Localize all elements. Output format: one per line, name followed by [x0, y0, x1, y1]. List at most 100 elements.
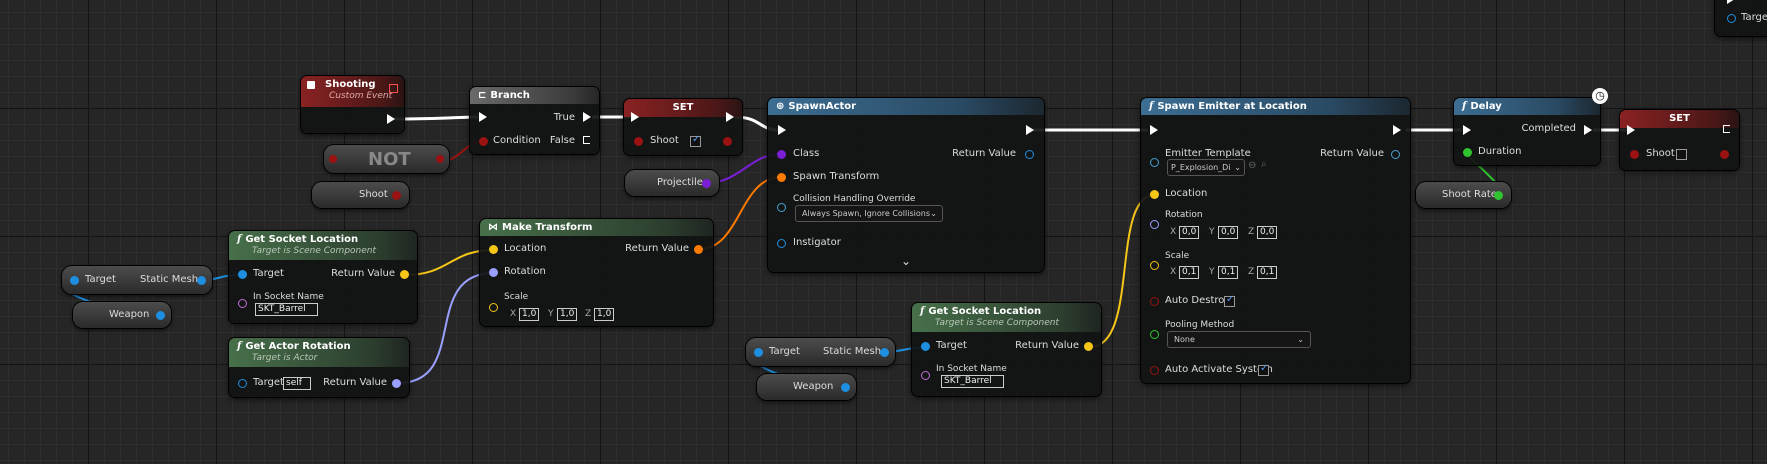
weapon-getter-1[interactable]: Weapon	[73, 302, 171, 328]
get-socket-location-node-1[interactable]: f Get Socket Location Target is Scene Com…	[229, 231, 417, 323]
search-icon[interactable]: ⌕	[1261, 159, 1267, 170]
spawn-collision-pin[interactable]	[777, 203, 786, 212]
socket1-name-field[interactable]: SKT_Barrel	[255, 303, 318, 316]
mt-return-pin[interactable]	[694, 245, 703, 254]
mt-location-pin[interactable]	[489, 245, 498, 254]
weapon-getter-2[interactable]: Weapon	[757, 374, 856, 400]
mt-rotation-pin[interactable]	[489, 268, 498, 277]
emitter-return-pin[interactable]	[1391, 150, 1400, 159]
mesh1-out-pin[interactable]	[197, 276, 206, 285]
pooling-dropdown[interactable]: None ⌄	[1167, 331, 1311, 348]
scale-y-field[interactable]: 0,1	[1218, 266, 1239, 279]
static-mesh-getter-2[interactable]: Target Static Mesh	[746, 338, 895, 366]
set-false-in-pin[interactable]	[1630, 150, 1639, 159]
actor-rot-target-pin[interactable]	[238, 379, 247, 388]
emitter-exec-in[interactable]	[1150, 125, 1158, 135]
socket2-target-pin[interactable]	[921, 342, 930, 351]
actor-rot-return-pin[interactable]	[392, 379, 401, 388]
get-actor-rotation-node[interactable]: f Get Actor Rotation Target is Actor Targ…	[229, 338, 409, 397]
make-transform-node[interactable]: ⋈ Make Transform Location Return Value Ro…	[480, 219, 713, 326]
delegate-pin[interactable]	[389, 84, 398, 93]
get-socket-location-node-2[interactable]: f Get Socket Location Target is Scene Com…	[912, 303, 1101, 396]
rot-y-field[interactable]: 0,0	[1218, 226, 1239, 239]
socket1-return-pin[interactable]	[400, 270, 409, 279]
scale-z-field[interactable]: 0,1	[1257, 266, 1278, 279]
branch-false-out[interactable]	[583, 136, 591, 146]
shoot-rate-var[interactable]: Shoot Rate	[1416, 182, 1511, 208]
branch-node[interactable]: ⊏ Branch True Condition False	[470, 87, 599, 154]
spawn-return-pin[interactable]	[1025, 150, 1034, 159]
emitter-exec-out[interactable]	[1393, 125, 1401, 135]
not-in-pin[interactable]	[329, 155, 337, 163]
emitter-template-pin[interactable]	[1150, 158, 1159, 167]
mt-scale-pin[interactable]	[489, 303, 498, 312]
socket2-return-pin[interactable]	[1084, 342, 1093, 351]
rot-x-field[interactable]: 0,0	[1179, 226, 1200, 239]
spawn-actor-exec-out[interactable]	[1026, 125, 1034, 135]
branch-condition-pin[interactable]	[479, 137, 488, 146]
auto-destroy-checkbox[interactable]	[1224, 294, 1235, 307]
corner-target-pin[interactable]	[1727, 14, 1736, 23]
browse-icon[interactable]: ⊖	[1248, 160, 1256, 171]
auto-activate-checkbox[interactable]	[1258, 363, 1269, 376]
emitter-scale-pin[interactable]	[1150, 261, 1159, 270]
socket2-name-field[interactable]: SKT_Barrel	[941, 375, 1004, 388]
mesh2-out-pin[interactable]	[880, 348, 889, 357]
delay-node[interactable]: f Delay ◷ Completed Duration	[1454, 88, 1608, 165]
emitter-rotation-pin[interactable]	[1150, 220, 1159, 229]
static-mesh-getter-1[interactable]: Target Static Mesh	[62, 266, 212, 294]
spawn-instigator-pin[interactable]	[777, 239, 786, 248]
set-shoot-true-node[interactable]: SET Shoot	[624, 99, 742, 155]
pooling-pin[interactable]	[1150, 330, 1159, 339]
auto-destroy-pin[interactable]	[1150, 297, 1159, 306]
spawn-actor-node[interactable]: ⊕ SpawnActor Class Return Value Spawn Tra…	[768, 98, 1044, 272]
set-true-exec-in[interactable]	[631, 112, 639, 122]
rot-z-field[interactable]: 0,0	[1257, 226, 1278, 239]
weapon2-out-pin[interactable]	[841, 383, 850, 392]
set-shoot-false-node[interactable]: SET Shoot	[1620, 110, 1739, 170]
socket2-name-pin[interactable]	[921, 371, 930, 380]
weapon1-out-pin[interactable]	[156, 311, 165, 320]
corner-partial-node[interactable]: Target	[1715, 0, 1767, 36]
delay-exec-in[interactable]	[1463, 125, 1471, 135]
scale-x-field[interactable]: 0,1	[1179, 266, 1200, 279]
shooting-exec-out[interactable]	[387, 114, 395, 124]
set-true-checkbox[interactable]	[690, 134, 701, 147]
socket1-target-pin[interactable]	[238, 270, 247, 279]
set-false-exec-in[interactable]	[1627, 125, 1635, 135]
shooting-event-node[interactable]: Shooting Custom Event	[301, 76, 404, 133]
set-true-in-pin[interactable]	[634, 137, 643, 146]
delay-exec-out[interactable]	[1584, 125, 1592, 135]
expand-chevron-icon[interactable]: ⌄	[901, 254, 911, 268]
shoot-getter-out-pin[interactable]	[392, 191, 401, 200]
not-node[interactable]: NOT	[324, 145, 449, 173]
shoot-getter[interactable]: Shoot	[312, 182, 409, 208]
set-false-checkbox[interactable]	[1676, 149, 1687, 160]
branch-true-out[interactable]	[583, 112, 591, 122]
emitter-template-dropdown[interactable]: P_Explosion_Di ⌄	[1167, 159, 1245, 176]
collision-dropdown[interactable]: Always Spawn, Ignore Collisions ⌄	[795, 205, 943, 222]
projectile-var[interactable]: Projectile	[625, 170, 719, 196]
mesh2-target-pin[interactable]	[754, 348, 763, 357]
spawn-actor-exec-in[interactable]	[778, 125, 786, 135]
mesh1-target-pin[interactable]	[70, 276, 79, 285]
mt-sy-field[interactable]: 1,0	[557, 308, 578, 321]
spawn-transform-pin[interactable]	[777, 173, 786, 182]
spawn-class-pin[interactable]	[777, 150, 786, 159]
mt-sz-field[interactable]: 1,0	[594, 308, 615, 321]
corner-exec-out[interactable]	[1727, 0, 1735, 4]
delay-duration-pin[interactable]	[1463, 148, 1472, 157]
set-false-out-pin[interactable]	[1720, 150, 1729, 159]
spawn-emitter-node[interactable]: f Spawn Emitter at Location Emitter Templ…	[1141, 98, 1410, 383]
set-true-out-pin[interactable]	[723, 137, 732, 146]
auto-activate-pin[interactable]	[1150, 366, 1159, 375]
shoot-rate-out-pin[interactable]	[1494, 191, 1503, 200]
set-true-exec-out[interactable]	[726, 112, 734, 122]
branch-exec-in[interactable]	[479, 112, 487, 122]
emitter-location-pin[interactable]	[1150, 190, 1159, 199]
actor-rot-self-field[interactable]: self	[283, 377, 311, 390]
set-false-exec-out[interactable]	[1723, 125, 1731, 135]
not-out-pin[interactable]	[436, 155, 444, 163]
mt-sx-field[interactable]: 1,0	[519, 308, 540, 321]
socket1-name-pin[interactable]	[238, 299, 247, 308]
